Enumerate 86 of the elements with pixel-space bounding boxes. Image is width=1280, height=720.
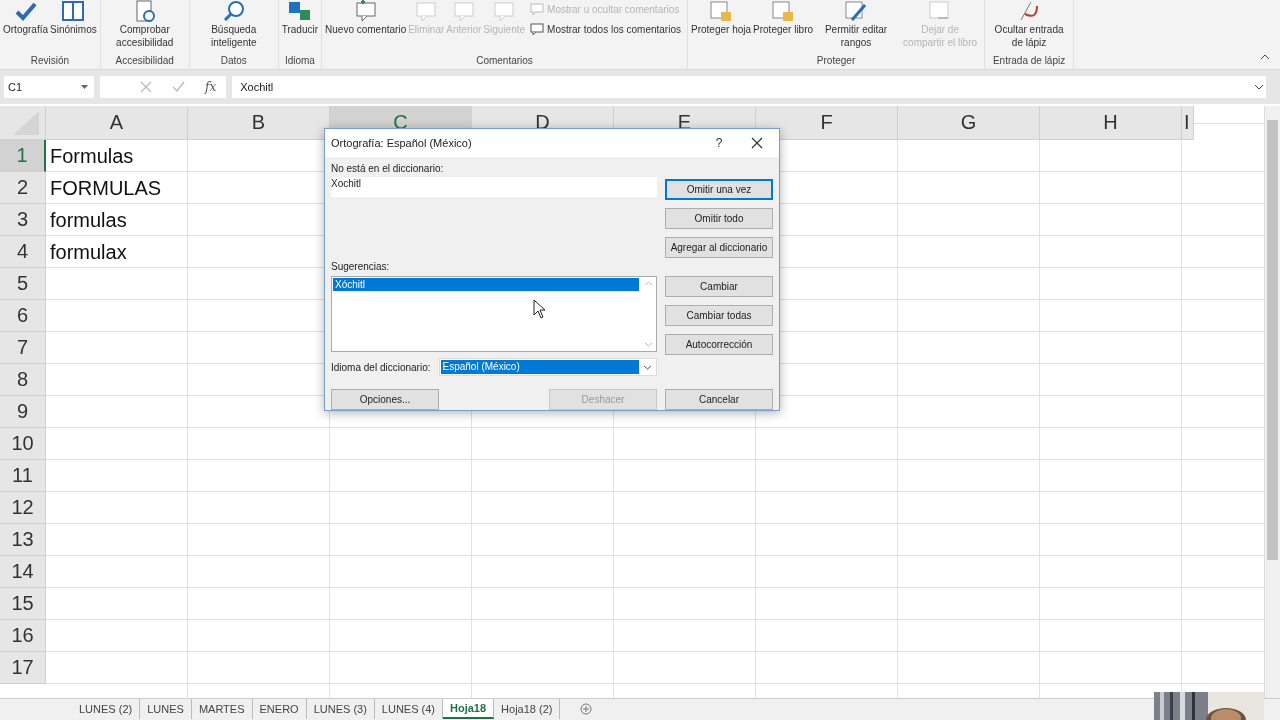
table-cell: formulas (50, 208, 127, 232)
ribbon-button[interactable]: Mostrar todos los comentarios (530, 20, 681, 38)
ribbon-button[interactable]: Ocultar entrada de lápiz (987, 0, 1072, 49)
cancel-icon (140, 81, 152, 93)
dialog-button[interactable]: Omitir todo (665, 208, 773, 229)
row-header[interactable]: 4 (0, 236, 46, 268)
group-label: Idioma (283, 54, 316, 68)
dialog-button[interactable]: Cancelar (665, 389, 773, 410)
comment-icon (530, 22, 545, 36)
column-header[interactable]: B (188, 106, 330, 140)
sheet-tab[interactable]: LUNES (2) (72, 699, 141, 719)
close-button[interactable] (749, 135, 765, 151)
table-cell: Formulas (50, 144, 134, 168)
dialog-button[interactable]: Cambiar todas (665, 305, 773, 326)
row-header[interactable]: 14 (0, 556, 46, 588)
column-header[interactable]: H (1040, 106, 1182, 140)
ribbon-button[interactable]: Comprobar accesibilidad (102, 0, 187, 49)
row-header[interactable]: 3 (0, 204, 46, 236)
dialog-button[interactable]: Cambiar (665, 276, 773, 297)
dialog-button[interactable]: Omitir una vez (665, 179, 773, 200)
group-label: Entrada de lápiz (991, 54, 1067, 68)
suggestions-list[interactable]: Xóchitl (331, 276, 657, 352)
caret-icon (1260, 54, 1270, 60)
group-label: Revisión (29, 54, 71, 68)
row-header[interactable]: 15 (0, 588, 46, 620)
table-cell: formulax (50, 240, 127, 264)
row-header[interactable]: 11 (0, 460, 46, 492)
row-header[interactable]: 17 (0, 652, 46, 684)
mouse-pointer-icon (533, 299, 547, 319)
ribbon-button[interactable]: Sinónimos (49, 0, 98, 36)
sheet-tab[interactable]: ENERO (252, 699, 307, 719)
group-label: Accesibilidad (114, 54, 175, 68)
row-header[interactable]: 5 (0, 268, 46, 300)
dropdown-caret-icon (81, 85, 88, 89)
column-header[interactable]: G (898, 106, 1040, 140)
check-icon (13, 0, 38, 22)
table-cell: FORMULAS (50, 176, 162, 200)
row-header[interactable]: 12 (0, 492, 46, 524)
field-label: Idioma del diccionario: (331, 361, 431, 373)
ribbon-button[interactable]: Proteger libro (752, 0, 815, 36)
sheet-tab[interactable]: Hoja18 (443, 699, 495, 719)
group-label: Datos (219, 54, 248, 68)
name-box[interactable]: C1 (4, 76, 94, 98)
language-dropdown[interactable]: Español (México) (438, 358, 657, 376)
row-header[interactable]: 2 (0, 172, 46, 204)
ribbon-button[interactable]: Proteger hoja (690, 0, 753, 36)
dropdown-caret-icon (642, 364, 652, 370)
dialog-title: Ortografía: Español (México) (331, 137, 473, 149)
text-field[interactable]: Xochitl (331, 177, 657, 197)
ribbon-button[interactable]: Búsqueda inteligente (191, 0, 276, 49)
column-header[interactable]: A (46, 106, 188, 140)
row-header[interactable]: 7 (0, 332, 46, 364)
list-item[interactable]: Xóchitl (333, 278, 639, 291)
group-label: Comentarios (475, 54, 534, 68)
dialog-button[interactable]: Autocorrección (665, 334, 773, 355)
row-header[interactable]: 1 (0, 140, 46, 172)
dialog-button[interactable]: Agregar al diccionario (665, 237, 773, 258)
group-label: Proteger (815, 54, 857, 68)
expand-caret-icon (1254, 84, 1264, 90)
sheet-tab[interactable]: LUNES (3) (306, 699, 375, 719)
ribbon-button[interactable]: Permitir editar rangos (814, 0, 899, 49)
vertical-scrollbar[interactable] (1264, 106, 1280, 698)
ribbon-button[interactable]: Nuevo comentario (324, 0, 408, 36)
plus-icon (580, 703, 593, 715)
sheet-tab[interactable]: MARTES (191, 699, 253, 719)
field-label: Sugerencias: (331, 261, 391, 272)
close-icon (751, 137, 763, 149)
dialog-button[interactable]: Opciones... (331, 389, 439, 410)
row-header[interactable]: 10 (0, 428, 46, 460)
field-label: No está en el diccionario: (331, 163, 445, 174)
sheet-tab[interactable]: LUNES (140, 699, 192, 719)
scroll-thumb[interactable] (1267, 120, 1278, 560)
ribbon-button[interactable]: Traducir (280, 0, 320, 36)
column-header[interactable]: F (756, 106, 898, 140)
row-header[interactable]: 6 (0, 300, 46, 332)
row-header[interactable]: 9 (0, 396, 46, 428)
row-header[interactable]: 13 (0, 524, 46, 556)
check-icon (172, 81, 185, 93)
row-header[interactable]: 16 (0, 620, 46, 652)
ribbon-button[interactable]: Ortografía (2, 0, 50, 36)
sheet-tab[interactable]: Hoja18 (2) (494, 699, 561, 719)
insert-function-button[interactable]: fx (205, 80, 217, 94)
row-header[interactable]: 8 (0, 364, 46, 396)
formula-input[interactable]: Xochitl (232, 76, 1266, 98)
column-header[interactable]: I (1182, 106, 1194, 140)
select-all-corner[interactable] (0, 106, 46, 140)
